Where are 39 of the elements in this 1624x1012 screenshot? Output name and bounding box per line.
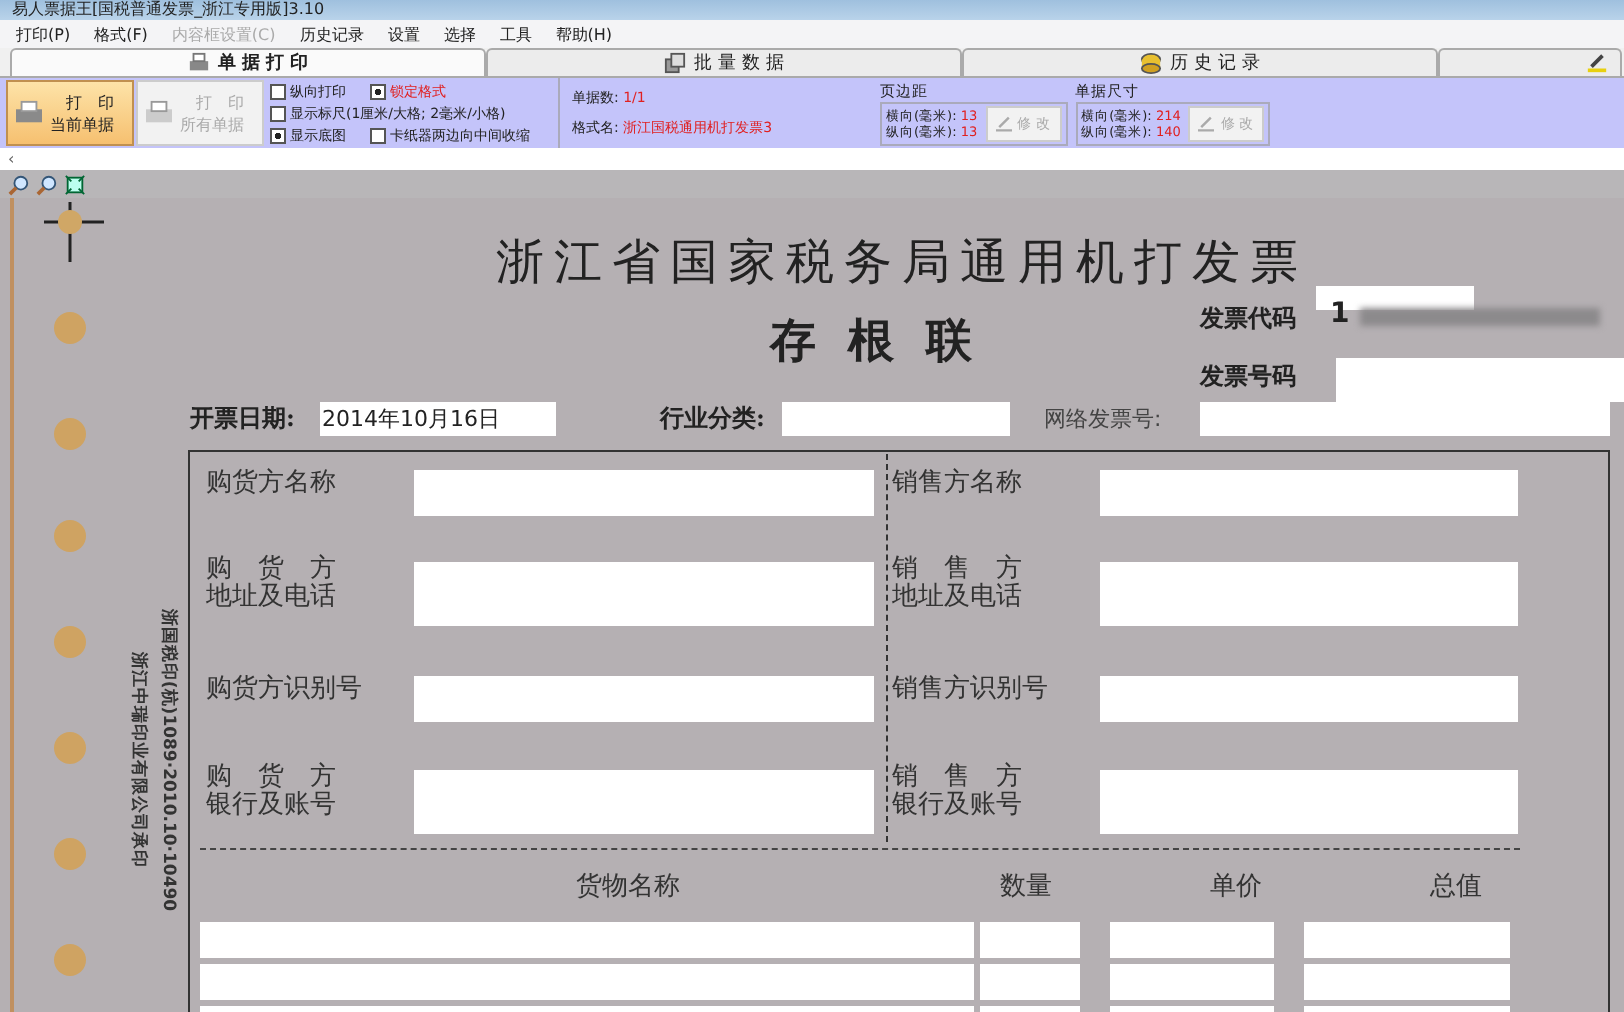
date-field[interactable]: 2014年10月16日 — [320, 402, 556, 436]
industry-label: 行业分类: — [660, 402, 765, 436]
tab[interactable]: 单 据 打 印 — [10, 48, 486, 76]
web-invoice-label: 网络发票号: — [1044, 404, 1162, 434]
field-label: 销售方名称 — [892, 470, 1022, 496]
field-label: 购货方识别号 — [206, 676, 362, 702]
menu-item[interactable]: 工具 — [499, 23, 532, 45]
invoice-subtitle: 存 根 联 — [770, 314, 981, 372]
menu-item[interactable]: 打印(P) — [16, 23, 71, 45]
invoice-code-label: 发票代码 — [1200, 302, 1296, 336]
column-header: 单价 — [1210, 870, 1262, 904]
invoice-title: 浙江省国家税务局通用机打发票 — [496, 232, 1308, 294]
field-label: 银行及账号 — [206, 792, 336, 818]
menu-item[interactable]: 帮助(H) — [555, 23, 613, 45]
field-label: 地址及电话 — [206, 584, 336, 610]
tab[interactable]: 历 史 记 录 — [962, 48, 1438, 76]
scroll-left-button[interactable]: ‹ — [8, 150, 15, 168]
column-header: 货物名称 — [576, 870, 680, 904]
field-label: 购 货 方 — [206, 556, 336, 582]
invoice-code-value: 1 — [1330, 298, 1350, 330]
menu-item[interactable]: 选择 — [443, 23, 476, 45]
field-label: 销售方识别号 — [892, 676, 1048, 702]
field-label: 银行及账号 — [892, 792, 1022, 818]
print-button[interactable]: 打 印 当前单据 — [6, 80, 134, 146]
field-label: 地址及电话 — [892, 584, 1022, 610]
field-label: 购货方名称 — [206, 470, 336, 496]
menu-item[interactable]: 历史记录 — [299, 23, 364, 45]
vertical-print-text: 浙国税印(杭)1089·2010.10·10490 浙江中瑞印业有限公司承印 — [126, 610, 181, 910]
window-title: 易人票据王[国税普通发票_浙江专用版]3.10 — [12, 0, 325, 20]
field-label: 销 售 方 — [892, 764, 1022, 790]
field-label: 销 售 方 — [892, 556, 1022, 582]
column-header: 总值 — [1430, 870, 1482, 904]
date-label: 开票日期: — [190, 402, 295, 436]
menu-item[interactable]: 格式(F) — [94, 23, 148, 45]
tab[interactable]: 批 量 数 据 — [486, 48, 962, 76]
field-label: 购 货 方 — [206, 764, 336, 790]
invoice-number-label: 发票号码 — [1200, 360, 1296, 394]
menu-item[interactable]: 设置 — [387, 23, 420, 45]
column-header: 数量 — [1000, 870, 1052, 904]
